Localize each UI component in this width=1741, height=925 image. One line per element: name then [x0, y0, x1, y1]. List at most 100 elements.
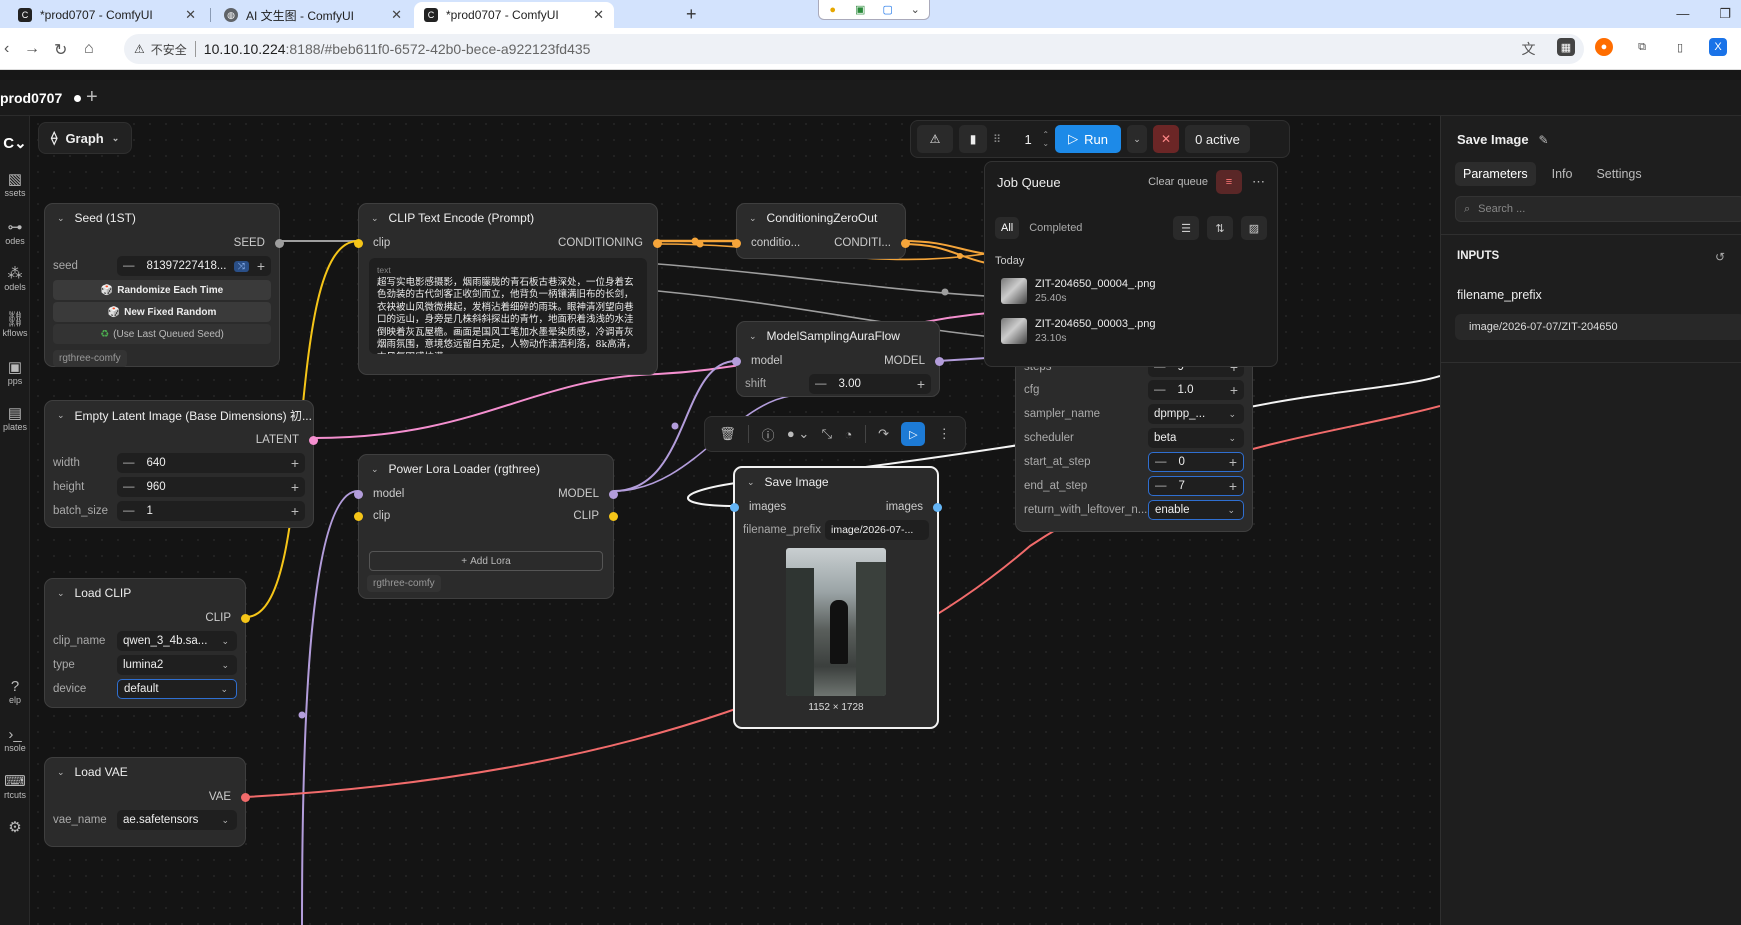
- chevron-down-icon[interactable]: ⌄: [57, 213, 65, 224]
- output-socket[interactable]: [653, 238, 662, 248]
- node-header[interactable]: ⌄ Save Image: [735, 468, 937, 496]
- node-header[interactable]: ⌄ ModelSamplingAuraFlow: [737, 322, 939, 350]
- edit-pencil-icon[interactable]: ✎: [1539, 133, 1549, 147]
- search-input[interactable]: ⌕ Search ...: [1455, 196, 1741, 222]
- scheduler-widget[interactable]: scheduler beta ⌄: [1016, 426, 1252, 450]
- vae-name-select[interactable]: ae.safetensors ⌄: [117, 810, 237, 830]
- load-clip-node[interactable]: ⌄ Load CLIP CLIP clip_name qwen_3_4b.sa...…: [44, 578, 250, 708]
- new-fixed-random-button[interactable]: 🎲 New Fixed Random: [53, 302, 271, 322]
- sidebar-item-apps[interactable]: ▣ pps: [0, 358, 30, 386]
- forward-arrow-icon[interactable]: →: [24, 40, 40, 58]
- browser-tab[interactable]: ◍ AI 文生图 - ComfyUI ✕: [214, 2, 412, 28]
- output-slot[interactable]: MODEL: [884, 355, 944, 367]
- decrement-icon[interactable]: —: [123, 505, 135, 517]
- comfy-logo-icon[interactable]: C⌄: [0, 134, 30, 152]
- add-lora-button[interactable]: + Add Lora: [369, 551, 603, 571]
- sampler-name-widget[interactable]: sampler_name dpmpp_... ⌄: [1016, 402, 1252, 426]
- output-socket[interactable]: [241, 613, 250, 623]
- output-slot[interactable]: CONDITIONING: [558, 237, 662, 249]
- puzzle-icon[interactable]: ⧉: [1633, 38, 1651, 56]
- input-socket[interactable]: [354, 511, 363, 521]
- input-slot[interactable]: model: [732, 355, 782, 367]
- input-slot[interactable]: model: [354, 488, 404, 500]
- chevron-down-icon[interactable]: ⌄: [371, 213, 379, 224]
- output-slot[interactable]: CLIP: [573, 510, 618, 522]
- filename-prefix-input[interactable]: image/2026-07-...: [825, 520, 929, 540]
- stepper-arrows-icon[interactable]: ⌃ ⌄: [1042, 130, 1049, 148]
- decrement-icon[interactable]: —: [1155, 480, 1167, 492]
- close-icon[interactable]: ✕: [593, 7, 604, 23]
- input-slot[interactable]: clip: [354, 237, 390, 249]
- tab-all[interactable]: All: [995, 217, 1020, 239]
- fit-selection-icon[interactable]: ⤡: [822, 426, 832, 442]
- new-workflow-button[interactable]: +: [86, 86, 98, 109]
- return-leftover-select[interactable]: enable ⌄: [1148, 500, 1244, 520]
- graph-view-button[interactable]: ⟠ Graph ⌄: [38, 122, 133, 154]
- translate-icon[interactable]: 文: [1521, 39, 1535, 59]
- ksampler-node[interactable]: steps —9 + cfg —1.0 + sampler_name dpmpp_... ⌄…: [1015, 356, 1253, 532]
- sidebar-item-assets[interactable]: ▧ ssets: [0, 170, 30, 198]
- batch-size-widget[interactable]: batch_size —1 +: [45, 499, 313, 523]
- reset-icon[interactable]: ↺: [1715, 250, 1725, 264]
- sidebar-item-nodes[interactable]: ⊶ odes: [0, 218, 30, 246]
- bypass-icon[interactable]: ◔: [844, 427, 852, 442]
- node-header[interactable]: ⌄ Load VAE: [45, 758, 245, 786]
- increment-icon[interactable]: +: [1229, 454, 1237, 470]
- chevron-down-icon[interactable]: ⌄: [57, 588, 65, 599]
- workflow-tab[interactable]: prod0707: [0, 80, 93, 116]
- cfg-input[interactable]: —1.0 +: [1148, 380, 1244, 400]
- sidebar-item-help[interactable]: ? elp: [0, 678, 30, 705]
- chevron-down-icon[interactable]: ⌄: [749, 331, 757, 342]
- insecure-warning-icon[interactable]: ⚠: [134, 42, 145, 56]
- url-input[interactable]: ⚠ 不安全 10.10.10.224 :8188/#beb611f0-6572-…: [124, 34, 1584, 64]
- sidepanel-icon[interactable]: ▯: [1671, 38, 1689, 56]
- bookmark-icon[interactable]: ▮: [959, 125, 987, 153]
- decrement-icon[interactable]: —: [123, 457, 135, 469]
- clear-queue-button[interactable]: Clear queue: [1148, 176, 1208, 188]
- sidebar-item-models[interactable]: ⁂ odels: [0, 264, 30, 292]
- clip-text-encode-node[interactable]: ⌄ CLIP Text Encode (Prompt) clip CONDITIO…: [354, 203, 662, 375]
- reroute-dot[interactable]: [941, 288, 949, 296]
- output-slot[interactable]: SEED: [45, 232, 284, 254]
- run-selected-icon[interactable]: ▷: [901, 422, 926, 446]
- increment-icon[interactable]: +: [1229, 478, 1237, 494]
- height-widget[interactable]: height —960 +: [45, 475, 313, 499]
- increment-icon[interactable]: +: [917, 376, 925, 392]
- drag-handle-icon[interactable]: ⠿: [993, 133, 1001, 146]
- clear-queue-icon[interactable]: ≡: [1216, 170, 1242, 194]
- seed-node[interactable]: ⌄ Seed (1ST) SEED seed —81397227418... ⤨ + …: [44, 203, 284, 367]
- device-widget[interactable]: device default ⌄: [45, 677, 245, 701]
- increment-icon[interactable]: +: [291, 503, 299, 519]
- badge-icon[interactable]: ▢: [880, 3, 896, 17]
- info-icon[interactable]: ⓘ: [761, 425, 774, 444]
- cfg-widget[interactable]: cfg —1.0 +: [1016, 378, 1252, 402]
- height-input[interactable]: —960 +: [117, 477, 305, 497]
- type-widget[interactable]: type lumina2 ⌄: [45, 653, 245, 677]
- run-mode-dropdown[interactable]: ⌄: [1127, 125, 1148, 153]
- shift-widget[interactable]: shift —3.00 +: [737, 372, 939, 396]
- save-image-node[interactable]: ⌄ Save Image images images filename_prefi…: [730, 466, 942, 729]
- sidebar-item-workflows[interactable]: ⛓ kflows: [0, 310, 30, 338]
- new-tab-button[interactable]: +: [686, 4, 697, 25]
- node-header[interactable]: ⌄ Empty Latent Image (Base Dimensions) 初.…: [45, 401, 313, 429]
- input-socket[interactable]: [732, 238, 741, 248]
- use-last-seed-button[interactable]: ♻ (Use Last Queued Seed): [53, 324, 271, 344]
- close-icon[interactable]: ✕: [391, 7, 402, 23]
- output-socket[interactable]: [275, 238, 284, 248]
- delete-icon[interactable]: 🗑: [719, 426, 736, 442]
- clip-name-widget[interactable]: clip_name qwen_3_4b.sa... ⌄: [45, 629, 245, 653]
- conditioning-zero-out-node[interactable]: ⌄ ConditioningZeroOut conditio... CONDITI…: [732, 203, 910, 259]
- minimize-icon[interactable]: —: [1676, 6, 1689, 22]
- output-socket[interactable]: [609, 489, 618, 499]
- input-slot[interactable]: clip: [354, 510, 390, 522]
- increment-icon[interactable]: +: [257, 258, 265, 274]
- tab-parameters[interactable]: Parameters: [1455, 162, 1536, 186]
- node-header[interactable]: ⌄ CLIP Text Encode (Prompt): [359, 204, 657, 232]
- chevron-down-icon[interactable]: ⌄: [57, 767, 65, 778]
- monitor-icon[interactable]: ▣: [852, 3, 868, 17]
- randomize-each-time-button[interactable]: 🎲 Randomize Each Time: [53, 280, 271, 300]
- reroute-dot[interactable]: [671, 422, 679, 430]
- reroute-dot[interactable]: [957, 253, 963, 259]
- node-header[interactable]: ⌄ Load CLIP: [45, 579, 245, 607]
- chevron-down-icon[interactable]: ⌄: [57, 410, 65, 421]
